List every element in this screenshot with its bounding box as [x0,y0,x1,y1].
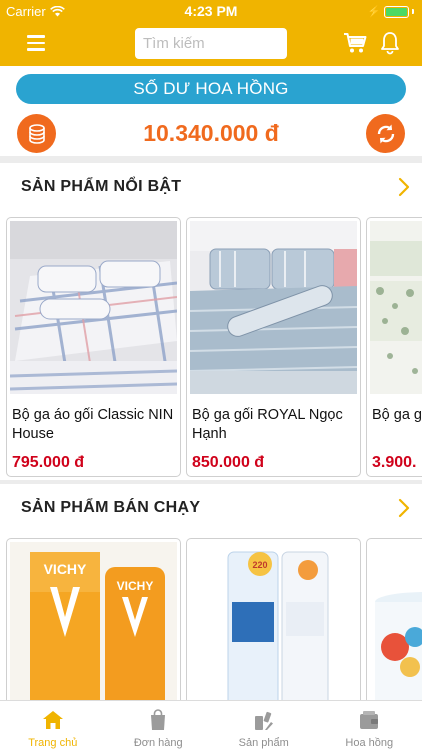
product-image: VICHY VICHY [10,542,177,700]
cart-icon[interactable] [343,32,367,54]
product-card[interactable]: Bộ ga gối Store N 3.900. [366,217,422,477]
refresh-icon [377,124,394,143]
product-name: Bộ ga gối Store N [372,407,422,423]
tab-label: Trang chủ [28,737,78,749]
product-card[interactable]: Bộ ga gối ROYAL Ngọc Hạnh 850.000 đ [186,217,361,477]
best-selling-product-list: VICHY VICHY 220 [0,538,422,700]
tab-label: Hoa hồng [345,737,394,749]
product-price: 850.000 đ [192,454,265,471]
battery-indicator: ⚡ [367,5,414,18]
hamburger-icon [27,35,45,38]
chevron-right-icon[interactable] [396,176,412,198]
best-selling-section: SẢN PHẨM BÁN CHẠY VICHY VICHY 220 [0,484,422,700]
product-card[interactable]: Bộ ga áo gối Classic NIN House 795.000 đ [6,217,181,477]
best-selling-section-title: SẢN PHẨM BÁN CHẠY [21,499,201,516]
commission-balance-button[interactable]: SỐ DƯ HOA HỒNG [16,74,406,104]
balance-amount: 10.340.000 đ [143,120,279,146]
featured-products-section: SẢN PHẨM NỔI BẬT Bộ ga áo gối Classic NI… [0,163,422,480]
coins-icon [28,123,45,144]
tab-products[interactable]: Sản phẩm [211,701,317,750]
product-image [370,221,422,394]
product-card[interactable] [366,538,422,700]
wallet-icon [360,711,379,729]
product-name: Bộ ga áo gối Classic NIN House [12,407,174,442]
product-price: 3.900. [372,454,417,471]
tab-orders[interactable]: Đơn hàng [106,701,212,750]
clock: 4:23 PM [184,3,238,19]
charging-icon: ⚡ [367,6,381,18]
home-icon [42,711,63,729]
status-bar: Carrier 4:23 PM ⚡ [0,0,422,22]
chevron-right-icon[interactable] [396,497,412,519]
featured-section-title: SẢN PHẨM NỔI BẬT [21,178,182,195]
commission-balance-card: SỐ DƯ HOA HỒNG 10.340.000 đ [0,66,422,156]
top-nav-bar [0,22,422,66]
product-price: 795.000 đ [12,454,85,471]
search-input[interactable] [135,28,287,59]
product-card[interactable]: 220 [186,538,361,700]
product-image [370,542,422,700]
tab-label: Đơn hàng [133,737,183,749]
menu-button[interactable] [27,35,45,51]
tab-commission[interactable]: Hoa hồng [317,701,422,750]
products-icon [254,711,273,730]
coin-button[interactable] [17,114,56,153]
product-card[interactable]: VICHY VICHY [6,538,181,700]
featured-product-list: Bộ ga áo gối Classic NIN House 795.000 đ [0,217,422,479]
svg-text:VICHY: VICHY [117,579,154,593]
product-image-badge: 220 [252,560,267,570]
product-name: Bộ ga gối ROYAL Ngọc Hạnh [192,407,343,442]
bottom-tab-bar: Trang chủ Đơn hàng Sản phẩm Hoa hồng [0,700,422,750]
product-image [10,221,177,394]
product-image: 220 [190,542,357,700]
product-image [190,221,357,394]
bell-icon[interactable] [380,31,400,55]
tab-home[interactable]: Trang chủ [0,701,106,750]
tab-label: Sản phẩm [238,737,289,749]
product-image-brand: VICHY [44,561,87,577]
refresh-button[interactable] [366,114,405,153]
battery-icon [384,5,409,18]
shopping-bag-icon [151,709,166,730]
